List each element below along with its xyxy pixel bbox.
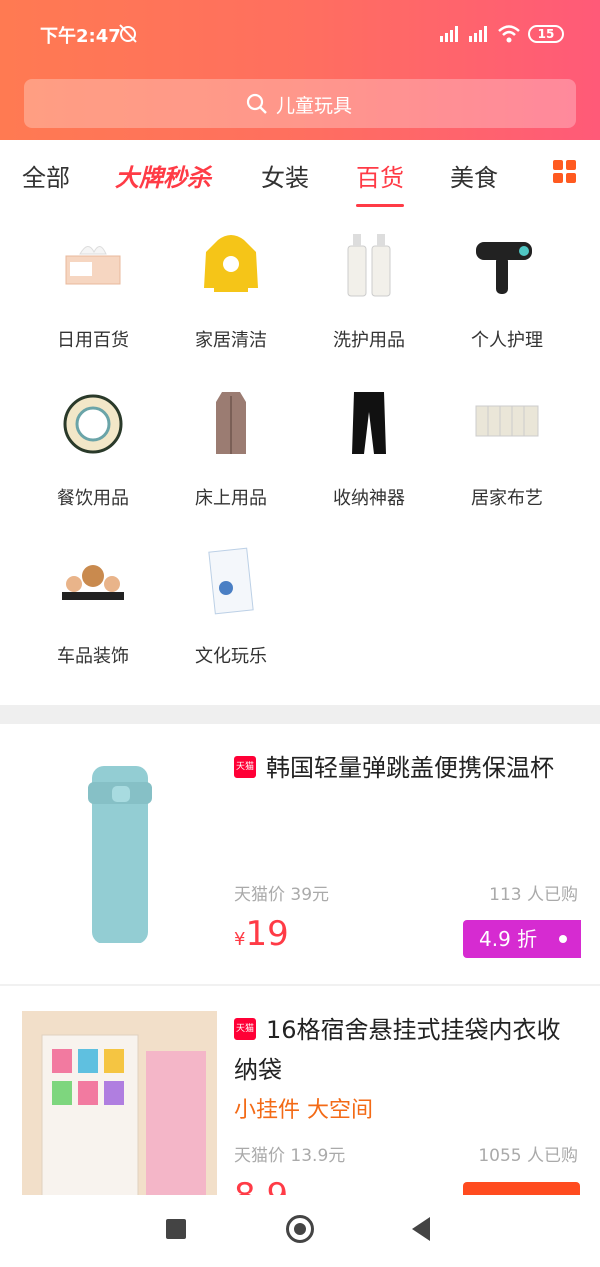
- product-title: 16格宿舍悬挂式挂袋内衣收纳袋: [234, 1016, 561, 1084]
- thermos-cup-image: [88, 766, 152, 943]
- signal-icon: [440, 26, 458, 42]
- category-storage[interactable]: 收纳神器: [300, 370, 438, 520]
- product-sold-count: 1055 人已购: [478, 1146, 578, 1166]
- tissue-box-icon: [65, 246, 121, 285]
- category-label: 居家布艺: [471, 488, 543, 509]
- plate-icon: [63, 394, 123, 454]
- search-icon: [246, 93, 267, 114]
- price-symbol: ¥: [234, 929, 246, 950]
- status-time: 下午2:47: [40, 26, 121, 47]
- category-tabs: 全部 大牌秒杀 女装 百货 美食: [0, 140, 600, 212]
- curtain-icon: [475, 405, 539, 437]
- discount-dot: [559, 935, 567, 943]
- product-price: ¥19: [234, 914, 289, 954]
- category-label: 家居清洁: [195, 330, 267, 351]
- category-personal-care[interactable]: 个人护理: [438, 212, 576, 362]
- alarm-off-icon: [119, 24, 137, 43]
- category-car-decor[interactable]: 车品装饰: [24, 528, 162, 678]
- category-grid: 日用百货 家居清洁 洗护用品 个人护理 餐饮用品 床上用品 收纳神器 居家布艺 …: [0, 212, 600, 705]
- category-bedding[interactable]: 床上用品: [162, 370, 300, 520]
- category-label: 文化玩乐: [195, 646, 267, 667]
- tab-food[interactable]: 美食: [450, 158, 498, 193]
- signal-icon-2: [469, 26, 487, 42]
- trousers-icon: [352, 392, 386, 454]
- product-card[interactable]: 天猫 16格宿舍悬挂式挂袋内衣收纳袋 小挂件 大空间 天猫价 13.9元 105…: [0, 986, 600, 1195]
- coat-icon: [216, 392, 246, 454]
- recent-apps-icon[interactable]: [166, 1219, 186, 1239]
- notebook-icon: [208, 547, 254, 615]
- product-original-price: 天猫价 13.9元: [234, 1146, 346, 1166]
- product-price: 8.9: [234, 1176, 288, 1195]
- category-culture-fun[interactable]: 文化玩乐: [162, 528, 300, 678]
- grid-menu-icon[interactable]: [553, 160, 577, 184]
- category-label: 洗护用品: [333, 330, 405, 351]
- price-value: 8.9: [234, 1176, 288, 1195]
- search-bar[interactable]: 儿童玩具: [24, 79, 576, 128]
- section-divider: [0, 705, 600, 724]
- hair-dryer-icon: [476, 242, 532, 294]
- category-label: 收纳神器: [333, 488, 405, 509]
- category-toiletries[interactable]: 洗护用品: [300, 212, 438, 362]
- shampoo-bottles-icon: [347, 234, 391, 297]
- search-placeholder: 儿童玩具: [276, 95, 353, 117]
- product-card[interactable]: 天猫 韩国轻量弹跳盖便携保温杯 天猫价 39元 113 人已购 ¥19 4.9 …: [0, 724, 600, 986]
- wifi-icon: [498, 25, 520, 43]
- tab-general-goods-label: 百货: [356, 164, 404, 192]
- home-icon[interactable]: [286, 1215, 314, 1243]
- discount-label: 4.9 折: [479, 927, 538, 951]
- discount-badge: 4.9 折: [463, 920, 581, 958]
- category-label: 床上用品: [195, 488, 267, 509]
- status-bar: 下午2:47 15: [0, 0, 600, 68]
- app-header: 下午2:47 15 儿童玩具: [0, 0, 600, 140]
- figurines-icon: [62, 565, 124, 600]
- category-home-cleaning[interactable]: 家居清洁: [162, 212, 300, 362]
- category-label: 餐饮用品: [57, 488, 129, 509]
- tab-all[interactable]: 全部: [22, 158, 70, 193]
- hanging-organizer-image: [22, 1011, 217, 1195]
- category-label: 个人护理: [471, 330, 543, 351]
- category-daily-goods[interactable]: 日用百货: [24, 212, 162, 362]
- product-title: 韩国轻量弹跳盖便携保温杯: [266, 754, 554, 782]
- product-subtitle: 小挂件 大空间: [234, 1098, 373, 1123]
- category-dining[interactable]: 餐饮用品: [24, 370, 162, 520]
- back-icon[interactable]: [412, 1217, 430, 1241]
- price-value: 19: [245, 914, 289, 954]
- system-nav-bar: [0, 1195, 600, 1267]
- category-home-textiles[interactable]: 居家布艺: [438, 370, 576, 520]
- tab-flash-sale[interactable]: 大牌秒杀: [115, 158, 211, 193]
- category-label: 日用百货: [57, 330, 129, 351]
- battery-icon: 15: [528, 25, 564, 43]
- product-sold-count: 113 人已购: [489, 885, 578, 905]
- buy-button-partial[interactable]: [463, 1182, 580, 1195]
- yellow-hoodie-icon: [204, 235, 258, 292]
- active-tab-indicator: [356, 204, 404, 207]
- tab-general-goods[interactable]: 百货: [356, 158, 404, 207]
- tab-womens[interactable]: 女装: [261, 158, 309, 193]
- category-label: 车品装饰: [57, 646, 129, 667]
- product-original-price: 天猫价 39元: [234, 885, 330, 905]
